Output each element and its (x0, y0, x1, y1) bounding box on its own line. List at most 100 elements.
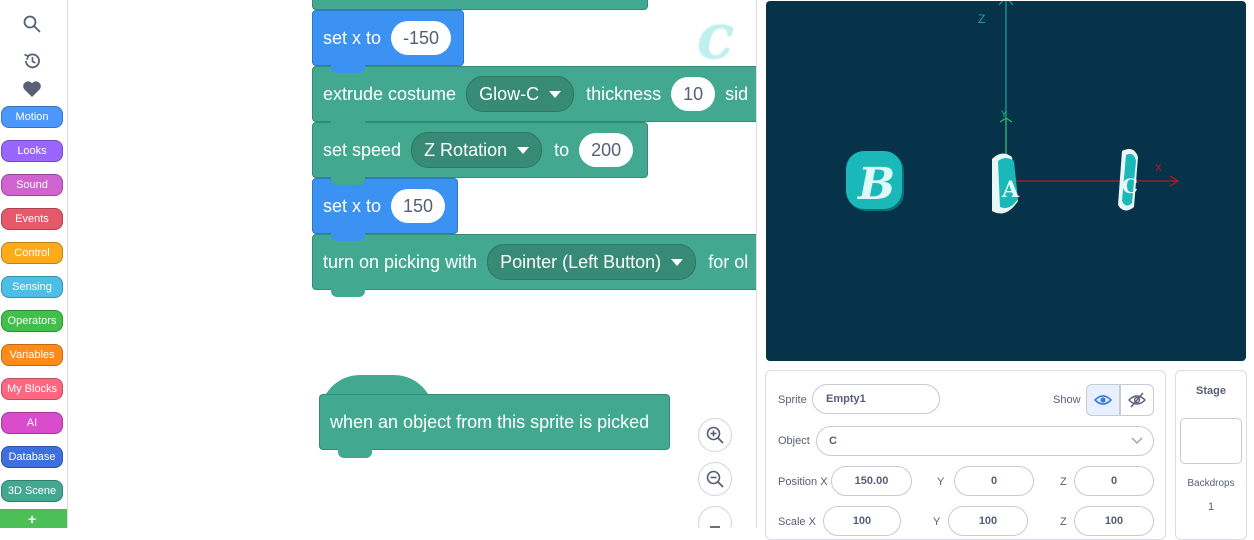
backdrops-count: 1 (1207, 501, 1215, 513)
zoom-out-icon (706, 470, 724, 488)
block-set-x[interactable]: set x to 150 (312, 178, 458, 241)
show-sprite-button[interactable] (1086, 384, 1120, 416)
block-turn-on-picking[interactable]: turn on picking with Pointer (Left Butto… (312, 234, 756, 297)
scene-3d-view: Z Y X B A C (846, 1, 1180, 214)
plus-icon: + (28, 511, 37, 527)
position-z-value: 0 (1110, 475, 1118, 487)
caret-down-icon (671, 258, 684, 266)
backdrops-label: Backdrops (1187, 478, 1235, 489)
object-label: Object (778, 435, 810, 447)
axis-label-x: X (1155, 163, 1162, 174)
scale-y-field[interactable]: 100 (948, 506, 1028, 536)
position-x-field[interactable]: 150.00 (831, 466, 912, 496)
letter-a-object: A (992, 153, 1020, 214)
letter-b-object: B (846, 151, 904, 211)
scale-z-field[interactable]: 100 (1074, 506, 1154, 536)
block-notch (331, 64, 365, 73)
category-database[interactable]: Database (1, 446, 63, 468)
category-operators[interactable]: Operators (1, 310, 63, 332)
zoom-reset-button[interactable] (698, 506, 732, 528)
block-label: set x to (323, 195, 382, 216)
position-z-label: Z (1060, 476, 1067, 488)
svg-text:C: C (1122, 174, 1138, 198)
eye-icon (1094, 395, 1112, 405)
scale-y-value: 100 (978, 515, 998, 527)
svg-text:A: A (1001, 177, 1020, 203)
object-select[interactable]: C (816, 426, 1154, 456)
block-notch (331, 176, 365, 185)
category-ai[interactable]: AI (1, 412, 63, 434)
position-z-field[interactable]: 0 (1074, 466, 1154, 496)
scale-x-field[interactable]: 100 (823, 506, 901, 536)
block-set-speed[interactable]: set speed Z Rotation to 200 (312, 122, 648, 185)
history-icon[interactable] (21, 50, 43, 72)
category-sensing[interactable]: Sensing (1, 276, 63, 298)
category-motion[interactable]: Motion (1, 106, 63, 128)
picking-device-dropdown[interactable]: Pointer (Left Button) (487, 244, 697, 280)
sprite-name-field[interactable]: Empty1 (812, 384, 940, 414)
object-select-value: C (829, 435, 837, 447)
block-notch (331, 120, 365, 129)
position-x-value: 150.00 (854, 475, 889, 487)
stage-thumbnail[interactable] (1180, 418, 1242, 464)
scale-x-label: Scale X (778, 516, 816, 528)
block-label: thickness (586, 83, 662, 104)
block-label: when an object from this sprite is picke… (330, 411, 650, 432)
axis-label-y: Y (1001, 109, 1007, 119)
eye-off-icon (1128, 392, 1146, 408)
block-notch (338, 448, 372, 458)
code-workspace[interactable]: set x to -150 extrude costume Glow-C thi… (68, 0, 757, 528)
scale-x-value: 100 (852, 515, 872, 527)
svg-text:B: B (856, 159, 895, 210)
dropdown-value: Z Rotation (424, 139, 508, 160)
position-y-label: Y (937, 476, 945, 488)
category-events[interactable]: Events (1, 208, 63, 230)
thickness-input[interactable]: 10 (671, 77, 716, 111)
category-sound[interactable]: Sound (1, 174, 63, 196)
speed-value-input[interactable]: 200 (579, 133, 634, 167)
x-value-input[interactable]: 150 (391, 189, 446, 223)
x-value-input[interactable]: -150 (391, 21, 452, 55)
scale-z-value: 100 (1104, 515, 1124, 527)
add-extension-button[interactable]: + (0, 509, 67, 528)
zoom-out-button[interactable] (698, 462, 732, 496)
chevron-down-icon (1131, 437, 1143, 444)
block-label: extrude costume (323, 83, 457, 104)
block-label: set x to (323, 27, 382, 48)
position-y-field[interactable]: 0 (954, 466, 1034, 496)
category-3d-scene[interactable]: 3D Scene (1, 480, 63, 502)
block-notch (331, 232, 365, 241)
stage-canvas[interactable]: Z Y X B A C (766, 1, 1246, 361)
category-control[interactable]: Control (1, 242, 63, 264)
block-extrude-costume[interactable]: extrude costume Glow-C thickness 10 sid (312, 66, 756, 129)
category-my-blocks[interactable]: My Blocks (1, 378, 63, 400)
category-variables[interactable]: Variables (1, 344, 63, 366)
hide-sprite-button[interactable] (1120, 384, 1154, 416)
axis-label-z: Z (978, 12, 985, 26)
costume-dropdown[interactable]: Glow-C (466, 76, 575, 112)
category-looks[interactable]: Looks (1, 140, 63, 162)
scale-z-label: Z (1060, 516, 1067, 528)
block-when-picked[interactable]: when an object from this sprite is picke… (319, 394, 670, 458)
stage-selector-panel[interactable]: Stage Backdrops 1 (1175, 370, 1247, 540)
block-notch (331, 288, 365, 297)
caret-down-icon (517, 146, 530, 154)
block-set-x[interactable]: set x to -150 (312, 10, 464, 73)
dropdown-value: Pointer (Left Button) (500, 251, 662, 272)
stage-title: Stage (1196, 385, 1226, 397)
block-label: set speed (323, 139, 402, 160)
block-partial-top[interactable] (312, 0, 648, 10)
block-label: turn on picking with (323, 251, 478, 272)
sprite-name-value: Empty1 (826, 393, 866, 405)
caret-down-icon (549, 90, 562, 98)
category-sidebar: Motion Looks Sound Events Control Sensin… (0, 0, 68, 528)
speed-property-dropdown[interactable]: Z Rotation (411, 132, 543, 168)
block-label: sid (725, 83, 749, 104)
search-icon[interactable] (21, 13, 43, 35)
heart-icon[interactable] (21, 78, 43, 100)
letter-c-object: C (1118, 149, 1138, 211)
scale-y-label: Y (933, 516, 941, 528)
zoom-in-button[interactable] (698, 418, 732, 452)
costume-preview: C (698, 18, 734, 69)
position-y-value: 0 (990, 475, 998, 487)
